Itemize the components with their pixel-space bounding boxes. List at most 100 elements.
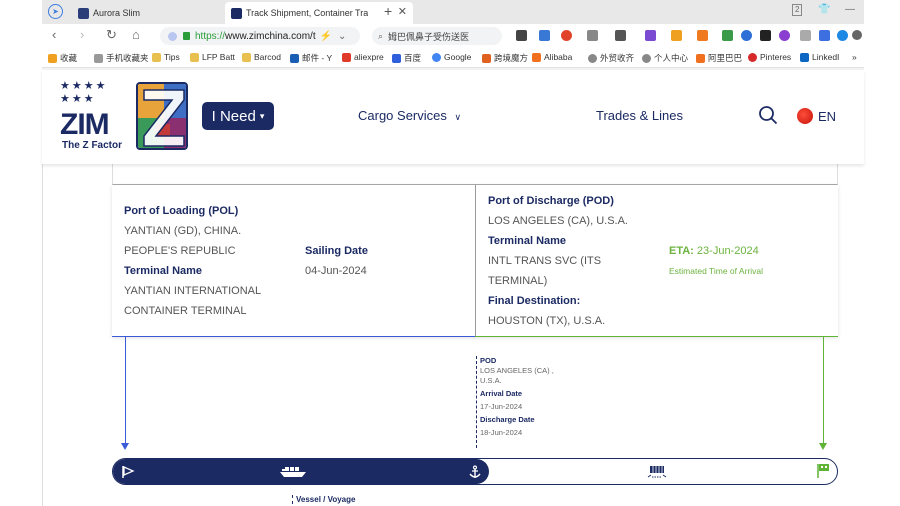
- pod-terminal-label: Terminal Name: [488, 235, 567, 247]
- bookmark-item[interactable]: 个人中心: [642, 52, 692, 64]
- discharge-date-label: Discharge Date: [480, 415, 535, 424]
- game-icon[interactable]: [697, 30, 708, 41]
- bookmark-item[interactable]: Pinteres: [748, 52, 798, 62]
- bookmark-item[interactable]: 手机收藏夹: [94, 52, 152, 64]
- site-info-icon[interactable]: [168, 31, 177, 41]
- note-icon[interactable]: [760, 30, 771, 41]
- calculator-icon[interactable]: [645, 30, 656, 41]
- i-need-button[interactable]: I Need ▾: [202, 102, 274, 130]
- sailing-date-value: 04-Jun-2024: [305, 265, 367, 277]
- i-need-label: I Need: [211, 107, 256, 125]
- home-button[interactable]: ⌂: [132, 28, 140, 42]
- browser-logo-icon[interactable]: ➤: [48, 4, 63, 19]
- alibaba-icon: [532, 52, 541, 62]
- bookmark-item[interactable]: Tips: [152, 52, 190, 62]
- url-bar[interactable]: https:// www.zimchina.com/t ⚡ ⌄: [160, 27, 360, 45]
- dropdown-icon[interactable]: ⌄: [338, 31, 346, 42]
- anchor-icon: [469, 465, 481, 478]
- url-scheme: https://: [195, 30, 226, 42]
- bookmark-item[interactable]: LFP Batt: [190, 52, 235, 62]
- tab-close-icon[interactable]: ✕: [398, 5, 407, 18]
- cube-icon: [482, 53, 491, 63]
- pol-line1: YANTIAN (GD), CHINA.: [124, 225, 242, 237]
- reload-button[interactable]: ↻: [106, 28, 117, 42]
- minimize-icon[interactable]: —: [845, 4, 855, 15]
- edge-icon[interactable]: [779, 30, 790, 41]
- forward-button[interactable]: ›: [80, 28, 84, 42]
- chevron-down-icon: ▾: [259, 110, 265, 121]
- bookmarks-overflow[interactable]: »: [852, 52, 862, 62]
- departure-flag-icon: [122, 465, 135, 478]
- discharge-date-value: 18-Jun-2024: [480, 428, 523, 437]
- bookmark-item[interactable]: Alibaba: [532, 52, 578, 62]
- new-tab-button[interactable]: +: [384, 3, 392, 19]
- pol-label: Port of Loading (POL): [124, 205, 239, 217]
- arrival-date-value: 17-Jun-2024: [480, 402, 523, 411]
- bookmark-item[interactable]: 阿里巴巴: [696, 52, 746, 64]
- card-divider: [475, 185, 476, 337]
- ai-icon[interactable]: [819, 30, 830, 41]
- nav-label: Trades & Lines: [596, 108, 683, 123]
- back-button[interactable]: ‹: [52, 28, 56, 42]
- pod-label: Port of Discharge (POD): [488, 195, 614, 207]
- pol-terminal-line2: CONTAINER TERMINAL: [124, 305, 247, 317]
- site-header: ★★★★ ★★★ ZIM The Z Factor I Need ▾ Cargo…: [42, 70, 864, 164]
- pol-line2: PEOPLE'S REPUBLIC: [124, 245, 236, 257]
- origin-arrow-icon: [121, 443, 129, 450]
- shield-icon[interactable]: [671, 30, 682, 41]
- bookmark-item[interactable]: aliexpre: [342, 52, 388, 62]
- milestone-pod-line2: U.S.A.: [480, 376, 502, 385]
- mail-icon[interactable]: [539, 30, 550, 41]
- arrival-date-label: Arrival Date: [480, 389, 523, 398]
- puzzle-icon[interactable]: [800, 30, 811, 41]
- destination-flag-icon: [817, 464, 829, 478]
- google-icon: [432, 52, 441, 62]
- bookmark-item[interactable]: Barcod: [242, 52, 288, 62]
- nav-trades-lines[interactable]: Trades & Lines: [596, 108, 683, 123]
- phone-icon: [94, 53, 103, 63]
- destination-accent-line: [475, 336, 838, 337]
- magnifier-icon[interactable]: [741, 30, 752, 41]
- alibaba-icon: [696, 53, 705, 63]
- ie-icon[interactable]: [837, 30, 848, 41]
- settings-icon[interactable]: [852, 30, 862, 40]
- card-upper-section: [112, 164, 838, 185]
- weibo-icon[interactable]: [561, 30, 572, 41]
- bookmark-item[interactable]: 收藏: [48, 52, 100, 64]
- content-divider: [42, 164, 43, 506]
- milestone-pod-line1: LOS ANGELES (CA) ,: [480, 366, 554, 375]
- bookmarks-bar: 收藏 手机收藏夹 Tips LFP Batt Barcod 邮件 - Y ali…: [42, 48, 864, 68]
- zim-logo[interactable]: ★★★★ ★★★ ZIM The Z Factor: [60, 80, 190, 154]
- bookmark-item[interactable]: 邮件 - Y: [290, 52, 340, 64]
- tab-aurora-slim[interactable]: Aurora Slim: [72, 2, 222, 24]
- outlook-icon: [290, 53, 299, 63]
- shirt-icon[interactable]: 👕: [818, 4, 830, 15]
- bolt-icon[interactable]: ⚡: [320, 31, 332, 42]
- search-icon[interactable]: [758, 105, 778, 125]
- url-host: www.zimchina.com/t: [225, 30, 316, 42]
- linkedin-icon: [800, 52, 809, 62]
- key-icon[interactable]: [722, 30, 733, 41]
- logo-word: ZIM: [60, 108, 110, 141]
- reader-icon[interactable]: [516, 30, 527, 41]
- bookmark-item[interactable]: 跨境魔方: [482, 52, 528, 64]
- globe-flag-icon: [797, 108, 813, 124]
- final-destination-label: Final Destination:: [488, 295, 581, 307]
- baidu-icon: [392, 53, 401, 63]
- eta-label: ETA:: [669, 245, 694, 257]
- pol-terminal-line1: YANTIAN INTERNATIONAL: [124, 285, 262, 297]
- language-selector[interactable]: EN: [797, 108, 836, 124]
- vessel-voyage-label: Vessel / Voyage: [292, 495, 355, 504]
- bookmark-item[interactable]: 外贸收齐: [588, 52, 634, 64]
- search-box[interactable]: ⌕ 姆巴佩鼻子受伤送医: [372, 27, 502, 45]
- bookmark-item[interactable]: 百度: [392, 52, 430, 64]
- address-bar-row: ‹ › ↻ ⌂ https:// www.zimchina.com/t ⚡ ⌄ …: [42, 24, 864, 48]
- globe-icon: [588, 53, 597, 63]
- bookmark-item[interactable]: LinkedI: [800, 52, 846, 62]
- nav-cargo-services[interactable]: Cargo Services ∨: [358, 108, 461, 123]
- window-badge[interactable]: 2: [792, 4, 803, 16]
- translate-icon[interactable]: [587, 30, 598, 41]
- scissors-icon[interactable]: [615, 30, 626, 41]
- nav-label: Cargo Services: [358, 108, 447, 123]
- bookmark-item[interactable]: Google: [432, 52, 482, 62]
